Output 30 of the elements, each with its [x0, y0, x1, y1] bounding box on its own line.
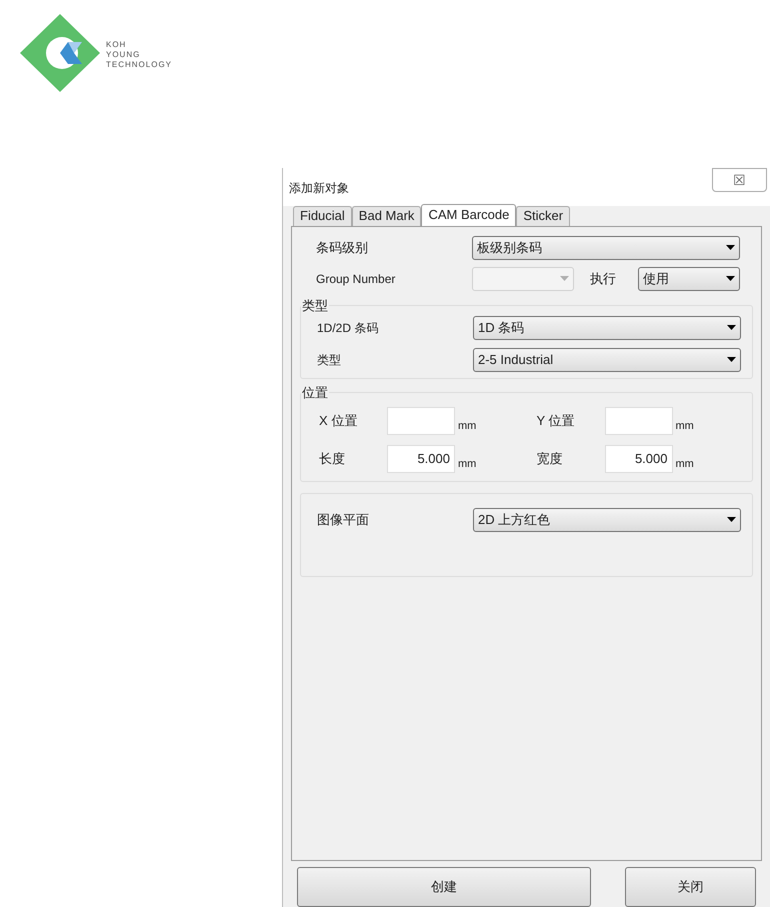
field-label: 1D/2D 条码: [316, 320, 380, 337]
type-dropdown[interactable]: 1D 条码: [473, 316, 741, 340]
close-dialog-button[interactable]: 关闭: [625, 867, 756, 907]
execute-label: 执行: [590, 270, 617, 288]
barcode-level-dropdown[interactable]: 板级别条码: [472, 236, 740, 260]
number-field[interactable]: 5.000: [387, 444, 455, 473]
close-button[interactable]: ☒: [712, 168, 767, 192]
image-plane-dropdown[interactable]: 2D 上方红色: [473, 508, 741, 532]
group-number-label: Group Number: [315, 270, 396, 288]
tab[interactable]: Bad Mark: [352, 206, 422, 226]
tab[interactable]: Fiducial: [293, 206, 352, 226]
logo-text: KOH YOUNG TECHNOLOGY: [106, 40, 172, 70]
unit-label: mm: [676, 419, 694, 434]
tab[interactable]: CAM Barcode: [421, 204, 516, 226]
field-label: 长度: [318, 450, 346, 468]
unit-label: mm: [458, 419, 476, 434]
execute-dropdown[interactable]: 使用: [638, 266, 740, 291]
tab[interactable]: Sticker: [516, 206, 570, 226]
unit-label: mm: [458, 457, 476, 472]
image-plane-label: 图像平面: [316, 511, 370, 530]
field-label: Y 位置: [536, 412, 576, 430]
create-button[interactable]: 创建: [297, 867, 591, 907]
unit-label: mm: [676, 457, 694, 472]
field-label: 类型: [316, 352, 342, 369]
type-dropdown[interactable]: 2-5 Industrial: [473, 348, 741, 372]
barcode-level-label: 条码级别: [315, 239, 369, 258]
field-label: X 位置: [318, 412, 358, 430]
window-title: 添加新对象: [289, 180, 349, 197]
number-field[interactable]: 5.000: [604, 444, 672, 473]
field-label: 宽度: [536, 450, 564, 468]
